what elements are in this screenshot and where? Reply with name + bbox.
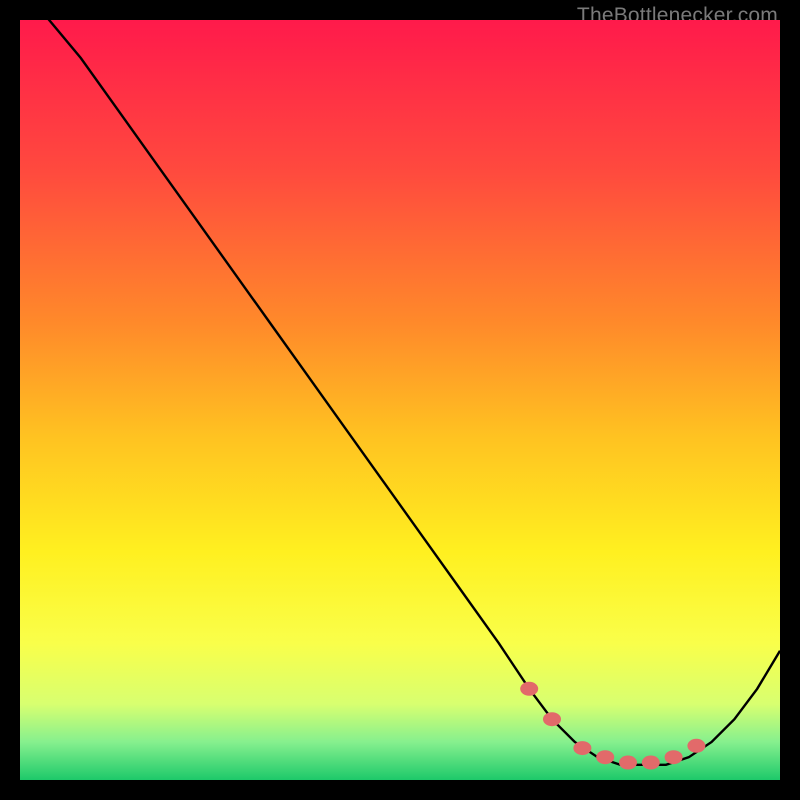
curve-marker bbox=[596, 750, 614, 764]
curve-marker bbox=[520, 682, 538, 696]
curve-marker bbox=[619, 756, 637, 770]
curve-marker bbox=[642, 756, 660, 770]
bottleneck-curve-chart bbox=[20, 20, 780, 780]
chart-frame bbox=[20, 20, 780, 780]
curve-marker bbox=[573, 741, 591, 755]
curve-marker bbox=[543, 712, 561, 726]
curve-marker bbox=[687, 739, 705, 753]
curve-marker bbox=[665, 750, 683, 764]
